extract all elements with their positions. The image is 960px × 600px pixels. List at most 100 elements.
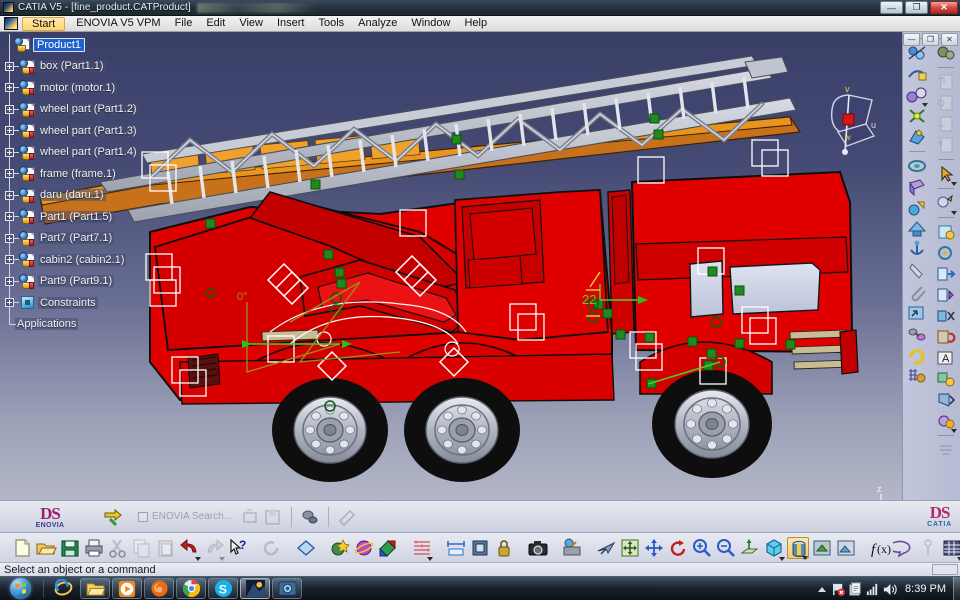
tree-item-wheel-part-1-4[interactable]: wheel part (Part1.4) (2, 141, 172, 164)
flexible-rigid-icon[interactable] (906, 366, 928, 386)
redo-icon[interactable] (203, 537, 225, 561)
manipulate-icon[interactable] (411, 537, 433, 561)
menu-item-tools[interactable]: Tools (311, 16, 351, 31)
parameters-icon[interactable] (917, 537, 939, 559)
fix-together-icon[interactable]: A (935, 348, 957, 368)
tree-item-part1[interactable]: Part1 (Part1.5) (2, 206, 172, 228)
taskbar-google-chrome[interactable] (176, 578, 206, 599)
formula-icon[interactable]: f (x) (869, 537, 891, 559)
tree-label-wheel-part-1-2[interactable]: wheel part (Part1.2) (38, 103, 139, 116)
zoom-out-icon[interactable] (715, 537, 737, 559)
zoom-in-icon[interactable] (691, 537, 713, 559)
scene-icon[interactable] (469, 537, 491, 559)
3d-viewport[interactable]: 22 0° v u w z Product1 box (Part1.1) mot… (0, 32, 902, 500)
right-toolbars[interactable]: A (902, 32, 960, 500)
enovia-expand-icon[interactable] (240, 507, 262, 527)
tree-item-box[interactable]: box (Part1.1) (2, 55, 172, 78)
annotation-icon[interactable] (888, 537, 915, 559)
tree-item-part7[interactable]: Part7 (Part7.1) (2, 227, 172, 250)
network-signal-icon[interactable] (864, 577, 881, 600)
constraint-icon[interactable] (935, 222, 957, 242)
menu-item-enovia-v5-vpm[interactable]: ENOVIA V5 VPM (69, 16, 167, 31)
enovia-lifecycle-icon[interactable] (336, 507, 358, 527)
swap-visible-space-icon[interactable] (835, 537, 857, 559)
menu-item-file[interactable]: File (168, 16, 200, 31)
annotated-view-icon[interactable] (906, 240, 928, 260)
measure-item-3d-icon[interactable] (906, 198, 928, 218)
catalog-browser-icon[interactable] (295, 537, 317, 559)
existing-component-icon[interactable] (935, 114, 957, 134)
selection-arrow-icon[interactable] (935, 164, 957, 186)
tree-item-daru[interactable]: daru (daru.1) (2, 184, 172, 207)
action-center-flag-icon[interactable] (830, 577, 847, 600)
measure-inertia-icon[interactable] (906, 219, 928, 239)
tree-expander[interactable] (5, 212, 14, 222)
tree-label-daru[interactable]: daru (daru.1) (38, 189, 106, 202)
paint-icon[interactable] (377, 537, 399, 559)
paperclip-icon[interactable] (906, 282, 928, 302)
tree-label-wheel-part-1-3[interactable]: wheel part (Part1.3) (38, 124, 139, 137)
contact-constraint-icon[interactable] (935, 264, 957, 284)
clash-detection-icon[interactable] (906, 106, 928, 126)
copy-icon[interactable] (131, 537, 153, 559)
system-tray[interactable]: 8:39 PM (813, 577, 960, 600)
tree-expander[interactable] (5, 147, 14, 157)
menu-item-help[interactable]: Help (457, 16, 494, 31)
reuse-pattern-icon[interactable] (906, 345, 928, 365)
enovia-search-placeholder[interactable]: ENOVIA Search... (152, 511, 232, 522)
fit-all-in-icon[interactable] (619, 537, 641, 559)
tree-label-wheel-part-1-4[interactable]: wheel part (Part1.4) (38, 146, 139, 159)
tree-label-frame[interactable]: frame (frame.1) (38, 167, 118, 180)
cut-icon[interactable] (107, 537, 129, 559)
mdi-minimize-button[interactable]: — (903, 33, 920, 46)
pan-icon[interactable] (643, 537, 665, 559)
tray-update-icon[interactable] (847, 577, 864, 600)
taskbar-photo-viewer[interactable] (272, 578, 302, 599)
close-button[interactable]: ✕ (930, 1, 958, 14)
taskbar-clock[interactable]: 8:39 PM (898, 583, 953, 595)
angle-constraint-icon[interactable] (935, 306, 957, 326)
paste-icon[interactable] (155, 537, 177, 559)
whats-this-help-icon[interactable]: ? (227, 537, 249, 559)
snap-icon[interactable] (906, 64, 928, 84)
replace-component-icon[interactable] (935, 135, 957, 155)
tree-label-part7[interactable]: Part7 (Part7.1) (38, 232, 115, 245)
new-product-icon[interactable] (935, 93, 957, 113)
taskbar-skype[interactable]: S (208, 578, 238, 599)
enovia-save-icon[interactable] (262, 507, 284, 527)
isometric-view-icon[interactable] (763, 537, 785, 561)
tree-label-product1[interactable]: Product1 (33, 37, 86, 52)
offset-constraint-icon[interactable] (935, 285, 957, 305)
tree-item-wheel-part-1-2[interactable]: wheel part (Part1.2) (2, 98, 172, 121)
quick-constraint-icon[interactable] (935, 369, 957, 389)
tree-item-part9[interactable]: Part9 (Part9.1) (2, 270, 172, 293)
sectioning-icon[interactable] (906, 127, 928, 147)
update-icon[interactable] (261, 537, 283, 559)
taskbar-windows-media-player[interactable] (112, 578, 142, 599)
insert-component-icon[interactable] (906, 303, 928, 323)
volume-icon[interactable] (881, 577, 898, 600)
taskbar-firefox[interactable] (144, 578, 174, 599)
clipping-icon[interactable] (906, 261, 928, 281)
enovia-connect-icon[interactable] (102, 507, 124, 527)
open-document-icon[interactable] (35, 537, 57, 559)
tree-root-product1[interactable]: Product1 (2, 34, 172, 56)
right-toolbar-column-2[interactable]: A (932, 32, 960, 500)
menu-item-edit[interactable]: Edit (199, 16, 232, 31)
reuse-pattern-2-icon[interactable] (935, 440, 957, 460)
show-desktop-button[interactable] (953, 577, 960, 600)
enovia-search[interactable]: ENOVIA Search... (138, 511, 232, 522)
render-icon[interactable] (353, 537, 375, 559)
change-constraint-icon[interactable] (935, 411, 957, 433)
print-icon[interactable] (83, 537, 105, 559)
save-document-icon[interactable] (59, 537, 81, 559)
enovia-link-icon[interactable] (299, 507, 321, 527)
menu-item-analyze[interactable]: Analyze (351, 16, 404, 31)
flexible-sub-assembly-icon[interactable] (935, 390, 957, 410)
design-table-icon[interactable] (941, 537, 960, 561)
tree-expander[interactable] (5, 276, 14, 286)
tree-item-cabin2[interactable]: cabin2 (cabin2.1) (2, 249, 172, 271)
explode-icon[interactable] (906, 85, 929, 107)
product-structure-icon[interactable] (935, 43, 957, 63)
menu-item-view[interactable]: View (232, 16, 270, 31)
